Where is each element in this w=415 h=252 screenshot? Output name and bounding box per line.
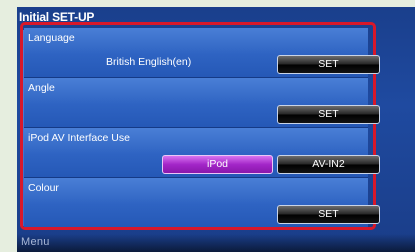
- setting-label-language: Language: [28, 32, 75, 44]
- bottom-menu-bar: Menu: [17, 234, 415, 252]
- menu-button[interactable]: Menu: [21, 236, 50, 248]
- av-in2-option-button[interactable]: AV-IN2: [277, 155, 380, 174]
- setting-label-ipod-av-interface: iPod AV Interface Use: [28, 132, 130, 144]
- setting-value-language: British English(en): [106, 56, 192, 68]
- language-set-button[interactable]: SET: [277, 55, 380, 74]
- ipod-option-button[interactable]: iPod: [162, 155, 273, 174]
- setting-row-ipod-av-interface: iPod AV Interface Use iPod AV-IN2: [24, 128, 380, 178]
- angle-set-button[interactable]: SET: [277, 105, 380, 124]
- setting-label-colour: Colour: [28, 182, 59, 194]
- setting-label-angle: Angle: [28, 82, 55, 94]
- setting-row-angle: Angle SET: [24, 78, 380, 128]
- setting-row-colour: Colour SET: [24, 178, 380, 227]
- colour-set-button[interactable]: SET: [277, 205, 380, 224]
- settings-list: Language British English(en) SET Angle S…: [24, 28, 380, 227]
- setting-row-language: Language British English(en) SET: [24, 28, 380, 78]
